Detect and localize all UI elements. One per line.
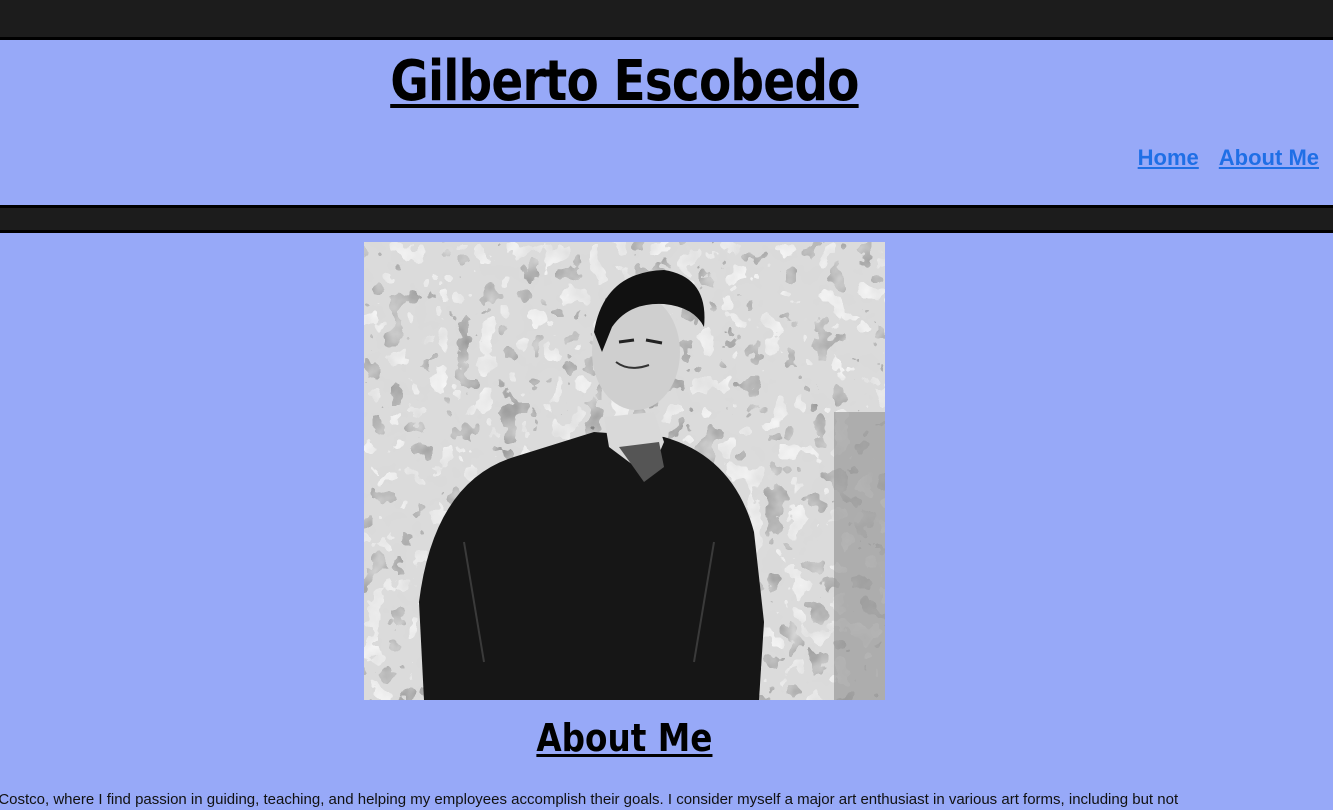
- divider-bar: [0, 205, 1333, 233]
- site-title: Gilberto Escobedo: [390, 49, 859, 114]
- nav-link-about-me[interactable]: About Me: [1219, 145, 1319, 171]
- portrait-image: [364, 242, 885, 700]
- site-header: Gilberto Escobedo Home About Me: [0, 40, 1333, 205]
- top-bar: [0, 0, 1333, 40]
- main-nav: Home About Me: [1138, 145, 1319, 171]
- about-heading: About Me: [536, 716, 713, 760]
- bio-paragraph: t Costco, where I find passion in guidin…: [0, 791, 1179, 808]
- nav-link-home[interactable]: Home: [1138, 145, 1199, 171]
